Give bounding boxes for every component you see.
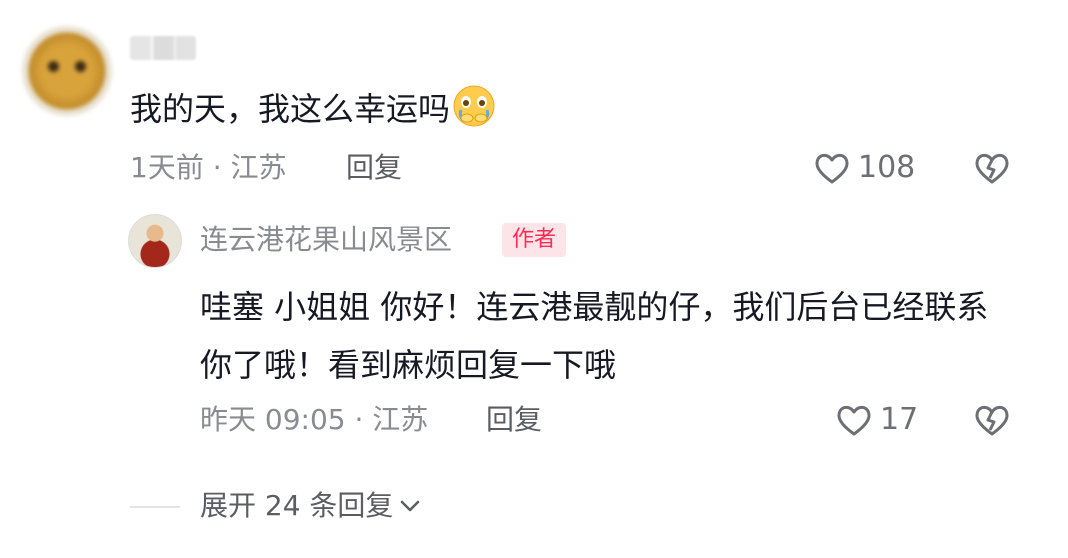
divider xyxy=(130,506,180,508)
broken-heart-icon xyxy=(975,405,1009,436)
broken-heart-icon xyxy=(975,153,1009,184)
dislike-button[interactable] xyxy=(972,400,1012,444)
like-button[interactable]: 17 xyxy=(834,398,918,442)
crying-face-emoji-icon xyxy=(453,85,495,127)
expand-label: 展开 24 条回复 xyxy=(200,489,394,522)
chevron-down-icon xyxy=(401,500,420,512)
reply-text: 哇塞 小姐姐 你好！连云港最靓的仔，我们后台已经联系你了哦！看到麻烦回复一下哦 xyxy=(200,288,989,384)
avatar[interactable] xyxy=(22,26,112,116)
expand-replies-button[interactable]: 展开 24 条回复 xyxy=(200,486,423,526)
comment-text: 我的天，我这么幸运吗 xyxy=(130,84,496,131)
reply-button[interactable]: 回复 xyxy=(346,148,402,188)
like-count: 108 xyxy=(858,150,916,185)
reply-meta: 昨天 09:05 · 江苏 xyxy=(200,403,429,436)
author-name[interactable]: 连云港花果山风景区 xyxy=(200,220,452,260)
heart-icon xyxy=(837,405,871,436)
username-blurred[interactable] xyxy=(130,36,196,60)
reply-button[interactable]: 回复 xyxy=(486,400,542,440)
like-button[interactable]: 108 xyxy=(812,146,915,190)
author-avatar[interactable] xyxy=(128,214,182,268)
like-count: 17 xyxy=(880,402,919,437)
dislike-button[interactable] xyxy=(972,148,1012,192)
author-badge: 作者 xyxy=(502,223,567,257)
comment-body: 我的天，我这么幸运吗 xyxy=(130,90,451,128)
comment-meta: 1天前 · 江苏 xyxy=(130,151,287,184)
heart-icon xyxy=(815,153,849,184)
